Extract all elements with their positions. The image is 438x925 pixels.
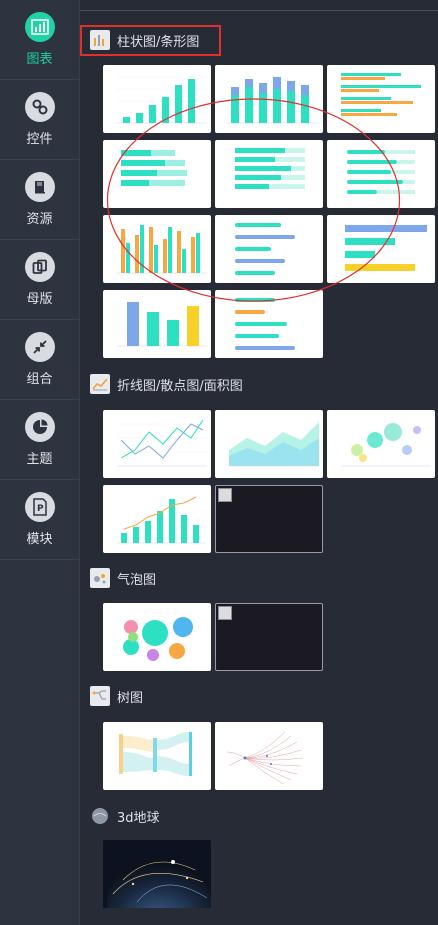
chart-thumbnail-radial-tree[interactable] <box>215 722 323 790</box>
chart-thumbnail-pictorial-people[interactable] <box>327 140 435 208</box>
globe-category-icon <box>90 806 110 826</box>
chart-thumbnail-bar-colored[interactable] <box>103 290 211 358</box>
sidebar-item-chart[interactable]: 图表 <box>0 0 79 80</box>
sidebar-item-label: 模块 <box>26 532 53 547</box>
sidebar-item-label: 图表 <box>26 52 53 67</box>
sidebar-item-control[interactable]: 控件 <box>0 80 79 160</box>
tree-chart-category-icon <box>90 686 110 706</box>
copy-icon <box>24 252 55 282</box>
section-title: 树图 <box>117 690 144 706</box>
svg-text:P: P <box>37 504 44 514</box>
sidebar-item-module[interactable]: P 模块 <box>0 480 79 560</box>
chart-thumbnail-bar-horizontal[interactable] <box>327 65 435 133</box>
section-title: 折线图/散点图/面积图 <box>117 378 243 394</box>
sidebar-item-label: 主题 <box>26 452 53 467</box>
section-header-bar[interactable]: 柱状图/条形图 <box>90 29 199 51</box>
chart-thumbnail-broken-image[interactable] <box>215 485 323 553</box>
sidebar-item-label: 资源 <box>26 212 53 227</box>
chart-thumbnail-sankey[interactable] <box>103 722 211 790</box>
p-module-icon: P <box>24 492 55 522</box>
book-icon <box>24 172 55 202</box>
left-sidebar: 图表 控件 资源 母版 组合 主题 P 模块 <box>0 0 80 925</box>
sidebar-item-label: 组合 <box>26 372 53 387</box>
chart-library-panel: 柱状图/条形图 折线图/散点图/面积图 气泡图 树图 3d地球 <box>80 0 438 925</box>
chart-thumbnail-bar-segmented[interactable] <box>215 140 323 208</box>
bar-chart-icon <box>24 12 55 42</box>
sidebar-item-resource[interactable]: 资源 <box>0 160 79 240</box>
section-title: 3d地球 <box>117 810 160 826</box>
bubble-chart-category-icon <box>90 568 110 588</box>
sidebar-item-label: 控件 <box>26 132 53 147</box>
bar-chart-category-icon <box>90 30 110 50</box>
sidebar-item-theme[interactable]: 主题 <box>0 400 79 480</box>
broken-image-icon <box>218 488 232 502</box>
sidebar-item-label: 母版 <box>26 292 53 307</box>
chart-thumbnail-bar-stacked[interactable] <box>215 65 323 133</box>
chart-thumbnail-bubble[interactable] <box>103 603 211 671</box>
divider <box>80 10 438 11</box>
link-icon <box>24 92 55 122</box>
chart-thumbnail-bar-line-combo[interactable] <box>103 485 211 553</box>
chart-thumbnail-line-basic[interactable] <box>103 410 211 478</box>
chart-thumbnail-3d-globe[interactable] <box>103 840 211 908</box>
chart-thumbnail-scatter[interactable] <box>327 410 435 478</box>
section-header-line[interactable]: 折线图/散点图/面积图 <box>90 373 243 395</box>
line-chart-category-icon <box>90 374 110 394</box>
chart-thumbnail-broken-image[interactable] <box>215 603 323 671</box>
section-title: 气泡图 <box>117 572 157 588</box>
chart-thumbnail-pictorial-circles[interactable] <box>215 215 323 283</box>
sidebar-item-group[interactable]: 组合 <box>0 320 79 400</box>
section-header-bubble[interactable]: 气泡图 <box>90 567 156 589</box>
section-header-globe[interactable]: 3d地球 <box>90 805 160 827</box>
chart-thumbnail-bar-horizontal-colored[interactable] <box>327 215 435 283</box>
chart-thumbnail-bar-horizontal-stacked[interactable] <box>103 140 211 208</box>
broken-image-icon <box>218 606 232 620</box>
section-header-tree[interactable]: 树图 <box>90 685 143 707</box>
chart-thumbnail-bar-basic[interactable] <box>103 65 211 133</box>
sidebar-item-master[interactable]: 母版 <box>0 240 79 320</box>
compress-icon <box>24 332 55 362</box>
chart-thumbnail-pictorial-mixed[interactable] <box>215 290 323 358</box>
section-title: 柱状图/条形图 <box>117 34 200 50</box>
chart-thumbnail-area[interactable] <box>215 410 323 478</box>
chart-thumbnail-bar-grouped[interactable] <box>103 215 211 283</box>
pie-icon <box>24 412 55 442</box>
